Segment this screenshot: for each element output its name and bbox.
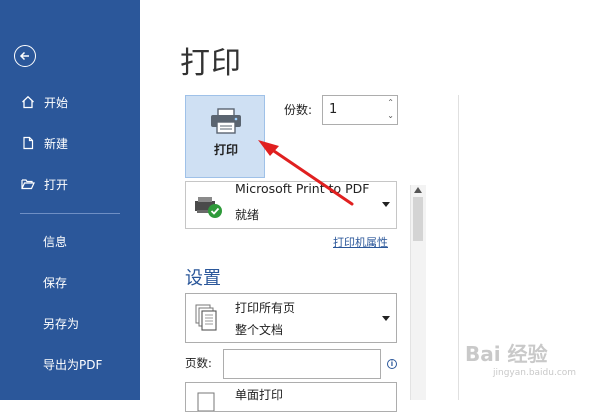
sidebar-item-label: 保存 bbox=[43, 275, 68, 290]
print-button[interactable]: 打印 bbox=[185, 95, 265, 178]
sidebar-item-info[interactable]: 信息 bbox=[0, 228, 140, 254]
sidebar-item-label: 另存为 bbox=[43, 316, 80, 331]
sidebar-item-open[interactable]: 打开 bbox=[0, 171, 140, 197]
pages-label: 页数: bbox=[185, 356, 212, 370]
spin-down-icon[interactable]: ⌄ bbox=[387, 111, 394, 121]
sidebar-item-save-as[interactable]: 另存为 bbox=[0, 310, 140, 336]
print-range-primary: 打印所有页 bbox=[235, 301, 296, 315]
info-icon[interactable]: i bbox=[387, 359, 397, 369]
new-document-icon bbox=[20, 135, 36, 151]
sidebar-item-label: 开始 bbox=[44, 95, 69, 110]
dropdown-arrow-icon bbox=[382, 316, 390, 321]
copies-stepper[interactable]: 1 ⌃ ⌄ bbox=[322, 95, 398, 125]
copies-label: 份数: bbox=[284, 103, 313, 117]
single-sided-icon bbox=[197, 392, 215, 411]
dropdown-arrow-icon bbox=[382, 202, 390, 207]
page-title: 打印 bbox=[180, 46, 242, 81]
copies-value: 1 bbox=[329, 102, 338, 117]
printer-ready-icon bbox=[195, 197, 222, 218]
watermark-url: jingyan.baidu.com bbox=[493, 368, 577, 378]
scroll-up-icon[interactable] bbox=[414, 187, 422, 193]
print-range-secondary: 整个文档 bbox=[235, 323, 284, 337]
printer-select[interactable]: Microsoft Print to PDF 就绪 bbox=[185, 181, 397, 229]
spin-up-icon[interactable]: ⌃ bbox=[387, 98, 394, 108]
panel-divider bbox=[458, 95, 459, 400]
sidebar-item-label: 信息 bbox=[43, 234, 68, 249]
pages-input[interactable] bbox=[223, 349, 381, 379]
watermark-logo: Bai 经验 bbox=[465, 342, 548, 366]
sidebar-item-label: 导出为PDF bbox=[43, 357, 103, 372]
home-icon bbox=[20, 94, 36, 110]
sidebar-item-label: 打开 bbox=[44, 177, 69, 192]
sidebar-divider bbox=[20, 213, 120, 214]
back-arrow-icon bbox=[19, 51, 29, 61]
sidebar-item-save[interactable]: 保存 bbox=[0, 269, 140, 295]
vertical-scrollbar[interactable] bbox=[410, 185, 426, 400]
printer-properties-link[interactable]: 打印机属性 bbox=[333, 234, 388, 250]
printer-status: 就绪 bbox=[235, 208, 260, 222]
scrollbar-thumb[interactable] bbox=[413, 197, 423, 241]
folder-open-icon bbox=[20, 176, 36, 192]
backstage-sidebar: 开始 新建 打开 信息 保存 另存为 导出为PDF bbox=[0, 0, 140, 400]
sides-select[interactable]: 单面打印 bbox=[185, 382, 397, 412]
sidebar-item-home[interactable]: 开始 bbox=[0, 89, 140, 115]
settings-heading: 设置 bbox=[185, 268, 221, 289]
sidebar-item-new[interactable]: 新建 bbox=[0, 130, 140, 156]
sides-primary: 单面打印 bbox=[235, 388, 284, 402]
sidebar-item-label: 新建 bbox=[44, 136, 69, 151]
printer-name: Microsoft Print to PDF bbox=[235, 181, 370, 196]
print-range-select[interactable]: 打印所有页 整个文档 bbox=[185, 293, 397, 343]
printer-icon bbox=[211, 108, 241, 134]
sidebar-item-export-pdf[interactable]: 导出为PDF bbox=[0, 351, 140, 377]
back-button[interactable] bbox=[14, 45, 36, 67]
print-button-label: 打印 bbox=[213, 143, 238, 157]
pages-stack-icon bbox=[195, 304, 217, 331]
